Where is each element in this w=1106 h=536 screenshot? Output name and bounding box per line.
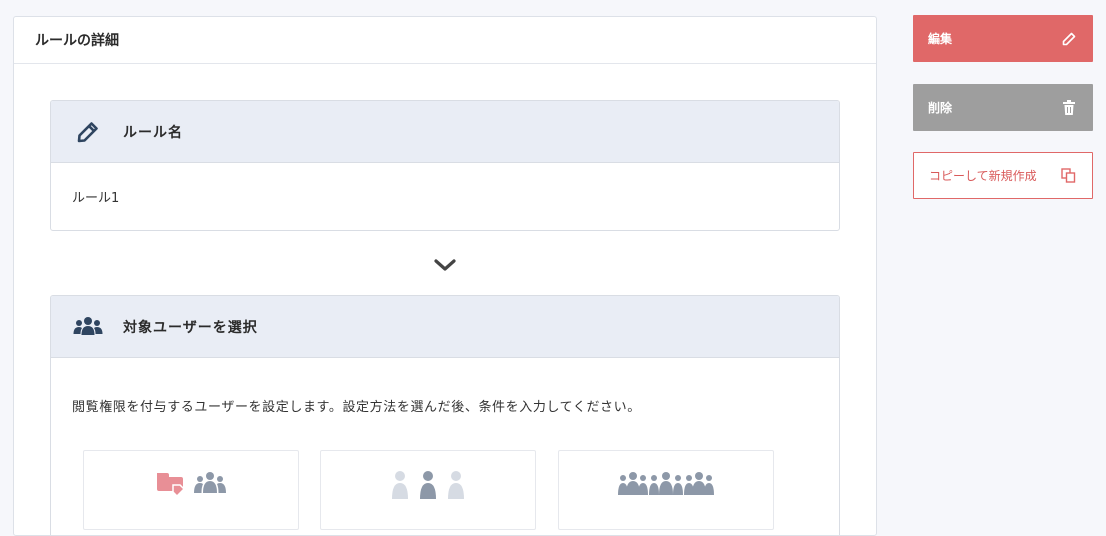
rule-name-section-title: ルール名: [123, 124, 183, 141]
chevron-down-icon: [434, 259, 456, 271]
pencil-icon: [1061, 31, 1077, 47]
target-users-section: 対象ユーザーを選択 閲覧権限を付与するユーザーを設定します。設定方法を選んだ後、…: [50, 295, 840, 535]
delete-button-label: 削除: [928, 101, 953, 115]
target-users-description: 閲覧権限を付与するユーザーを設定します。設定方法を選んだ後、条件を入力してくださ…: [72, 400, 641, 415]
rule-detail-card: ルールの詳細 ルール名 ルール1 対象ユーザーを選択 閲覧権限を付与するユーザー…: [13, 16, 877, 536]
method-card-individual[interactable]: [320, 450, 536, 530]
rule-name-section-header: ルール名: [51, 101, 839, 163]
method-card-tag[interactable]: [83, 450, 299, 530]
copy-icon: [1060, 168, 1076, 184]
method-card-all[interactable]: [558, 450, 774, 530]
copy-create-button[interactable]: コピーして新規作成: [913, 152, 1093, 199]
target-users-section-header: 対象ユーザーを選択: [51, 296, 839, 358]
rule-name-section: ルール名 ルール1: [50, 100, 840, 231]
users-icon: [73, 312, 103, 342]
copy-create-button-label: コピーして新規作成: [929, 169, 1037, 183]
card-title: ルールの詳細: [14, 17, 876, 64]
edit-button[interactable]: 編集: [913, 15, 1093, 62]
target-users-section-title: 対象ユーザーを選択: [123, 319, 258, 336]
pencil-icon: [73, 117, 103, 147]
tag-users-icon: [155, 469, 227, 529]
delete-button[interactable]: 削除: [913, 84, 1093, 131]
rule-name-value: ルール1: [72, 191, 120, 206]
trash-icon: [1061, 100, 1077, 116]
edit-button-label: 編集: [928, 32, 953, 46]
all-users-icon: [617, 469, 715, 529]
individual-user-icon: [390, 469, 466, 529]
